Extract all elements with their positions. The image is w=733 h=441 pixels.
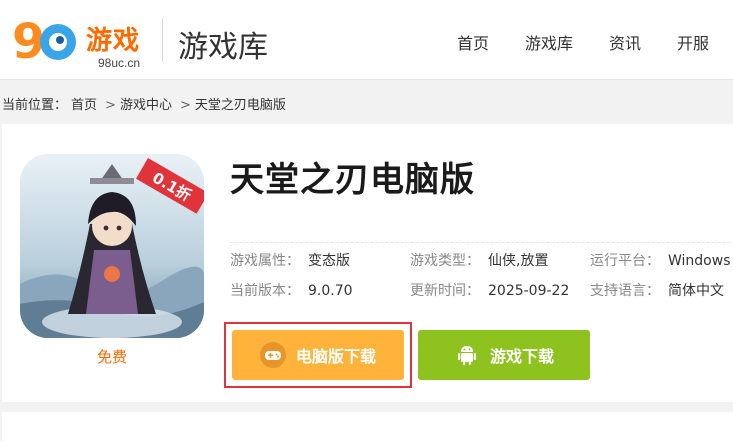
site-logo[interactable]: 9 游戏 98uc.cn xyxy=(12,12,152,70)
breadcrumb-home[interactable]: 首页 xyxy=(71,98,97,113)
info-label: 支持语言： xyxy=(590,283,660,299)
logo-domain-text: 98uc.cn xyxy=(98,56,141,70)
next-section xyxy=(2,412,733,441)
info-divider xyxy=(230,242,730,243)
info-value: Windows xyxy=(668,253,731,269)
info-update-time: 更新时间： 2025-09-22 xyxy=(410,280,569,300)
info-value: 变态版 xyxy=(308,253,350,269)
info-language: 支持语言： 简体中文 xyxy=(590,280,724,300)
info-label: 更新时间： xyxy=(410,283,480,299)
gamepad-icon xyxy=(259,342,286,368)
nav-item-home[interactable]: 首页 xyxy=(457,30,489,54)
price-label: 免费 xyxy=(96,348,127,366)
breadcrumb-separator: > xyxy=(105,98,116,113)
breadcrumb: 当前位置： 首页 > 游戏中心 > 天堂之刃电脑版 xyxy=(2,94,290,113)
breadcrumb-separator: > xyxy=(179,98,191,113)
logo-98-icon: 9 xyxy=(12,14,76,70)
info-genre: 游戏类型： 仙侠,放置 xyxy=(410,250,548,270)
main-nav: 首页 游戏库 资讯 开服 xyxy=(421,30,709,54)
header-divider xyxy=(162,18,163,62)
game-title: 天堂之刃电脑版 xyxy=(230,160,475,200)
info-label: 游戏类型： xyxy=(410,253,480,269)
game-cover-image: 0.1折 xyxy=(20,154,204,338)
info-platform: 运行平台： Windows xyxy=(590,250,731,270)
info-value: 仙侠,放置 xyxy=(488,253,549,269)
game-download-button[interactable]: 游戏下载 xyxy=(418,330,590,380)
info-label: 当前版本： xyxy=(230,283,300,299)
android-icon xyxy=(454,342,480,368)
info-value: 简体中文 xyxy=(668,283,724,299)
breadcrumb-prefix: 当前位置： xyxy=(2,98,68,113)
info-value: 9.0.70 xyxy=(308,283,353,299)
site-header: 9 游戏 98uc.cn 游戏库 首页 游戏库 资讯 开服 xyxy=(0,0,733,80)
nav-item-news[interactable]: 资讯 xyxy=(609,30,641,54)
game-download-label: 游戏下载 xyxy=(489,347,554,366)
logo-brand-text: 游戏 xyxy=(86,26,141,56)
info-value: 2025-09-22 xyxy=(488,283,570,299)
pc-download-label: 电脑版下载 xyxy=(295,347,376,366)
breadcrumb-current: 天堂之刃电脑版 xyxy=(194,98,286,113)
info-label: 运行平台： xyxy=(590,253,660,269)
info-version: 当前版本： 9.0.70 xyxy=(230,280,353,300)
section-title: 游戏库 xyxy=(178,30,268,65)
pc-download-button[interactable]: 电脑版下载 xyxy=(232,330,404,380)
game-detail-card: 0.1折 免费 天堂之刃电脑版 游戏属性： 变态版 游戏类型： 仙侠,放置 运行平台… xyxy=(2,124,733,402)
nav-item-server[interactable]: 开服 xyxy=(677,30,709,54)
breadcrumb-game-center[interactable]: 游戏中心 xyxy=(120,98,172,113)
nav-item-game-library[interactable]: 游戏库 xyxy=(525,30,573,54)
info-label: 游戏属性： xyxy=(230,253,300,269)
info-attribute: 游戏属性： 变态版 xyxy=(230,250,350,270)
